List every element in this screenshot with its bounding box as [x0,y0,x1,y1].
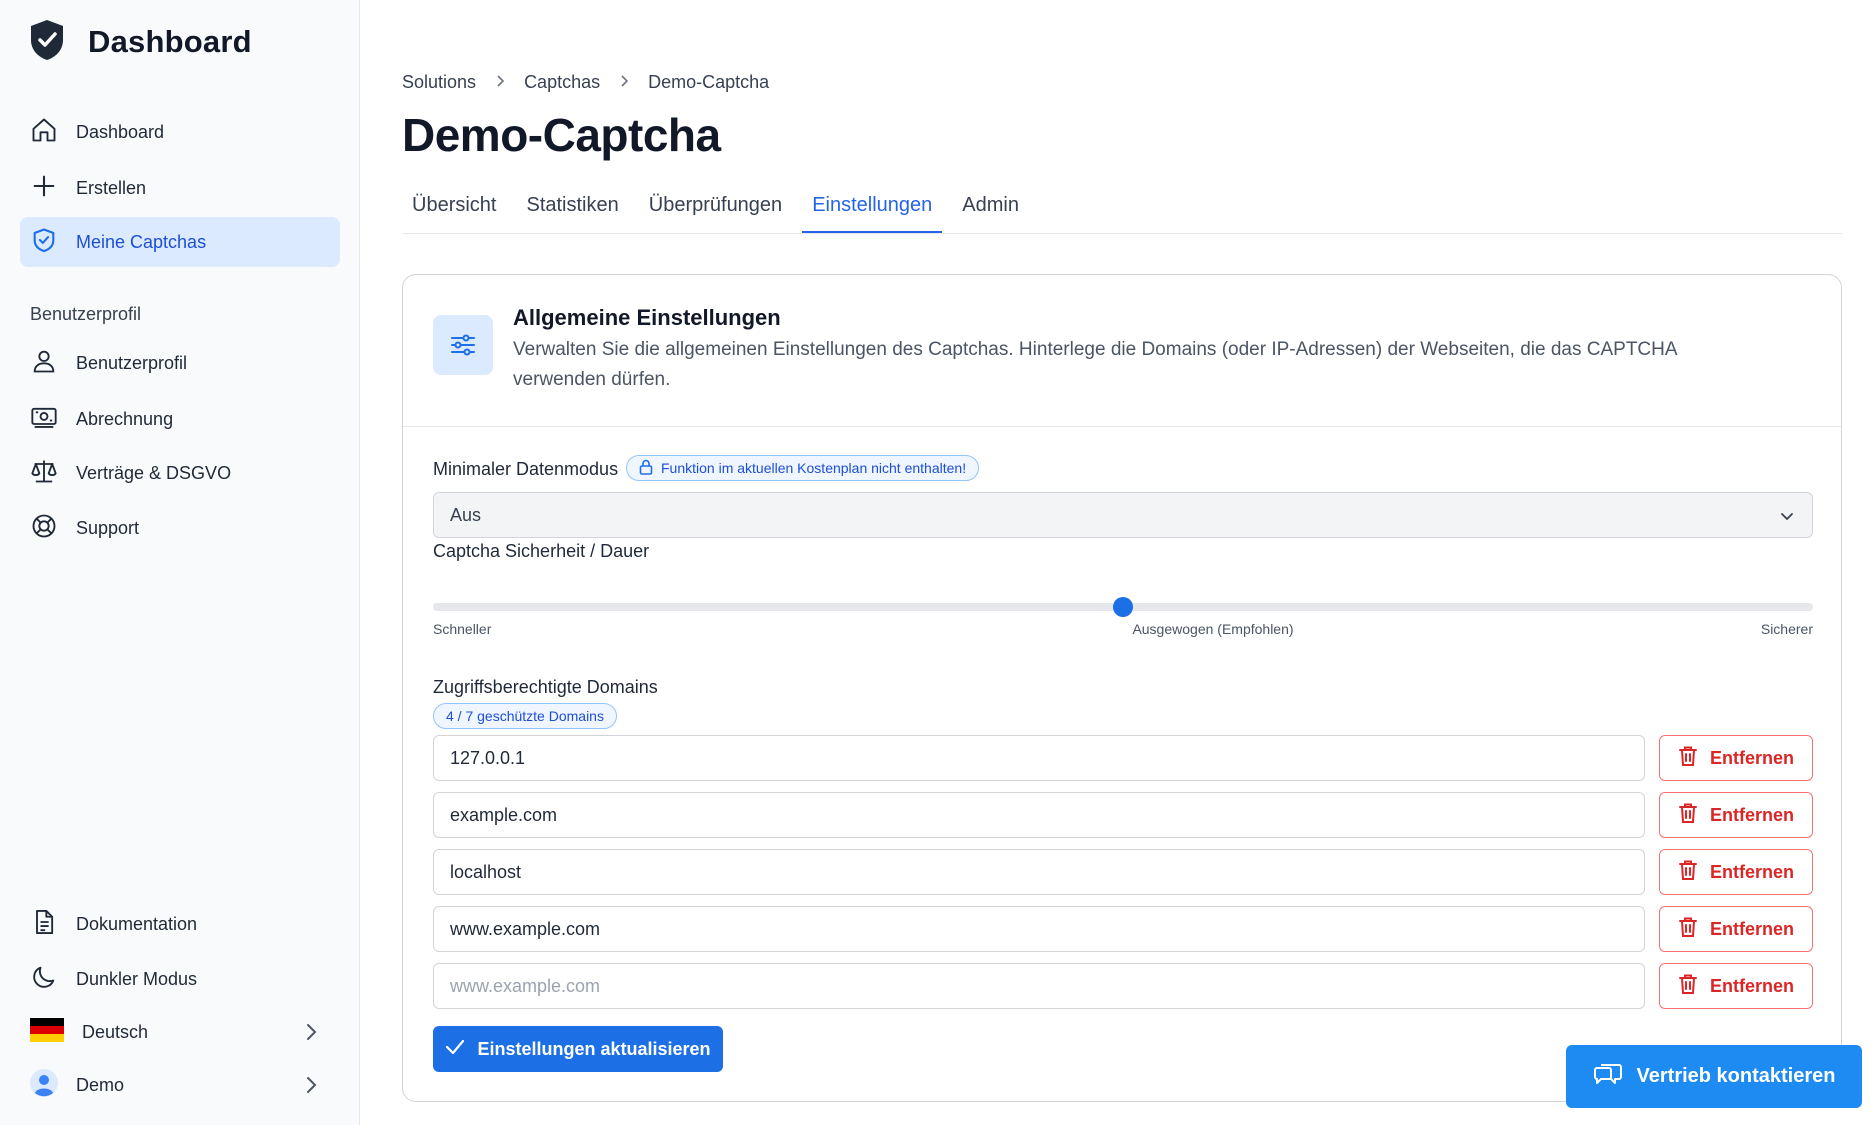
card-header: Allgemeine Einstellungen Verwalten Sie d… [403,275,1841,427]
banknote-icon [30,403,58,436]
nav-user-profile[interactable]: Benutzerprofil [20,338,340,388]
nav-label: Demo [76,1074,125,1095]
remove-label: Entfernen [1709,918,1794,939]
chat-bubbles-icon [1593,1061,1623,1093]
nav-dark-mode[interactable]: Dunkler Modus [20,954,340,1004]
nav-contracts[interactable]: Verträge & DSGVO [20,448,340,498]
slider-mid-label: Ausgewogen (Empfohlen) [1132,621,1294,637]
tab-overview[interactable]: Übersicht [402,186,506,233]
contact-label: Vertrieb kontaktieren [1636,1065,1836,1087]
domain-input[interactable] [433,735,1645,781]
chevron-right-icon [494,72,506,93]
security-slider-thumb[interactable] [1113,597,1133,617]
nav-account[interactable]: Demo [20,1060,340,1110]
chevron-right-icon [302,1022,320,1047]
trash-icon [1678,745,1698,772]
moon-icon [30,963,58,996]
brand-title: Dashboard [88,24,252,59]
page-title: Demo-Captcha [402,109,721,161]
trash-icon [1678,802,1698,829]
nav-label: Dunkler Modus [76,968,198,989]
new-domain-input[interactable] [433,963,1645,1009]
brand[interactable]: Dashboard [28,18,252,66]
domain-count-badge: 4 / 7 geschützte Domains [433,703,617,729]
card-description: Verwalten Sie die allgemeinen Einstellun… [513,339,1677,390]
sliders-icon [433,315,493,375]
domain-input[interactable] [433,849,1645,895]
breadcrumb-solutions[interactable]: Solutions [402,72,476,93]
german-flag-icon [30,1017,64,1047]
remove-domain-button[interactable]: Entfernen [1659,906,1813,952]
nav-label: Erstellen [76,177,147,198]
plus-icon [30,172,58,205]
nav-label: Dokumentation [76,913,198,934]
breadcrumb-current: Demo-Captcha [648,72,770,92]
data-mode-select[interactable]: Aus [433,492,1813,538]
nav-dashboard[interactable]: Dashboard [20,107,340,157]
plan-locked-badge: Funktion im aktuellen Kostenplan nicht e… [626,455,980,481]
remove-label: Entfernen [1709,804,1794,825]
data-mode-label: Minimaler Datenmodus [433,459,619,479]
tab-settings[interactable]: Einstellungen [802,186,943,233]
document-icon [30,908,58,941]
nav-label: Abrechnung [76,408,174,429]
nav-label: Meine Captchas [76,231,207,252]
nav-label: Dashboard [76,121,165,142]
tab-bar: Übersicht Statistiken Überprüfungen Eins… [402,186,1842,234]
chevron-down-icon [1781,513,1793,521]
tab-admin[interactable]: Admin [952,186,1029,233]
nav-label: Support [76,517,140,538]
domain-input[interactable] [433,906,1645,952]
domains-label: Zugriffsberechtigte Domains [433,677,658,697]
nav-label: Verträge & DSGVO [76,462,232,483]
breadcrumb: Solutions Captchas Demo-Captcha [402,72,769,93]
nav-billing[interactable]: Abrechnung [20,394,340,444]
tab-statistics[interactable]: Statistiken [516,186,628,233]
chevron-right-icon [618,72,630,93]
save-settings-button[interactable]: Einstellungen aktualisieren [433,1026,723,1072]
nav-support[interactable]: Support [20,503,340,553]
user-icon [30,347,58,380]
nav-label: Benutzerprofil [76,352,188,373]
lock-icon [639,459,653,478]
slider-min-label: Schneller [433,621,492,637]
remove-label: Entfernen [1709,747,1794,768]
trash-icon [1678,916,1698,943]
settings-card: Allgemeine Einstellungen Verwalten Sie d… [402,274,1842,1102]
remove-domain-button[interactable]: Entfernen [1659,735,1813,781]
scale-icon [30,457,58,490]
remove-domain-button[interactable]: Entfernen [1659,963,1813,1009]
slider-max-label: Sicherer [1760,621,1813,637]
lifebuoy-icon [30,512,58,545]
nav-label: Deutsch [82,1021,149,1042]
section-label-profile: Benutzerprofil [30,304,142,324]
breadcrumb-captchas[interactable]: Captchas [524,72,600,93]
nav-documentation[interactable]: Dokumentation [20,899,340,949]
nav-create[interactable]: Erstellen [20,163,340,213]
home-icon [30,116,58,149]
sidebar: Dashboard Dashboard Erstellen Meine Capt… [0,0,360,1125]
user-avatar-icon [30,1068,58,1102]
nav-my-captchas[interactable]: Meine Captchas [20,217,340,267]
security-label: Captcha Sicherheit / Dauer [433,541,650,561]
remove-label: Entfernen [1709,975,1794,996]
chevron-right-icon [302,1075,320,1100]
remove-domain-button[interactable]: Entfernen [1659,849,1813,895]
shield-check-icon [30,226,58,259]
tab-verifications[interactable]: Überprüfungen [639,186,792,233]
nav-language[interactable]: Deutsch [20,1007,340,1057]
save-label: Einstellungen aktualisieren [477,1038,711,1059]
check-icon [445,1038,465,1061]
trash-icon [1678,859,1698,886]
remove-label: Entfernen [1709,861,1794,882]
trash-icon [1678,973,1698,1000]
domain-input[interactable] [433,792,1645,838]
select-value: Aus [450,504,482,525]
badge-text: 4 / 7 geschützte Domains [446,708,604,724]
shield-check-logo-icon [28,18,66,67]
card-title: Allgemeine Einstellungen [513,305,781,330]
badge-text: Funktion im aktuellen Kostenplan nicht e… [661,460,967,476]
remove-domain-button[interactable]: Entfernen [1659,792,1813,838]
contact-sales-button[interactable]: Vertrieb kontaktieren [1566,1045,1862,1108]
